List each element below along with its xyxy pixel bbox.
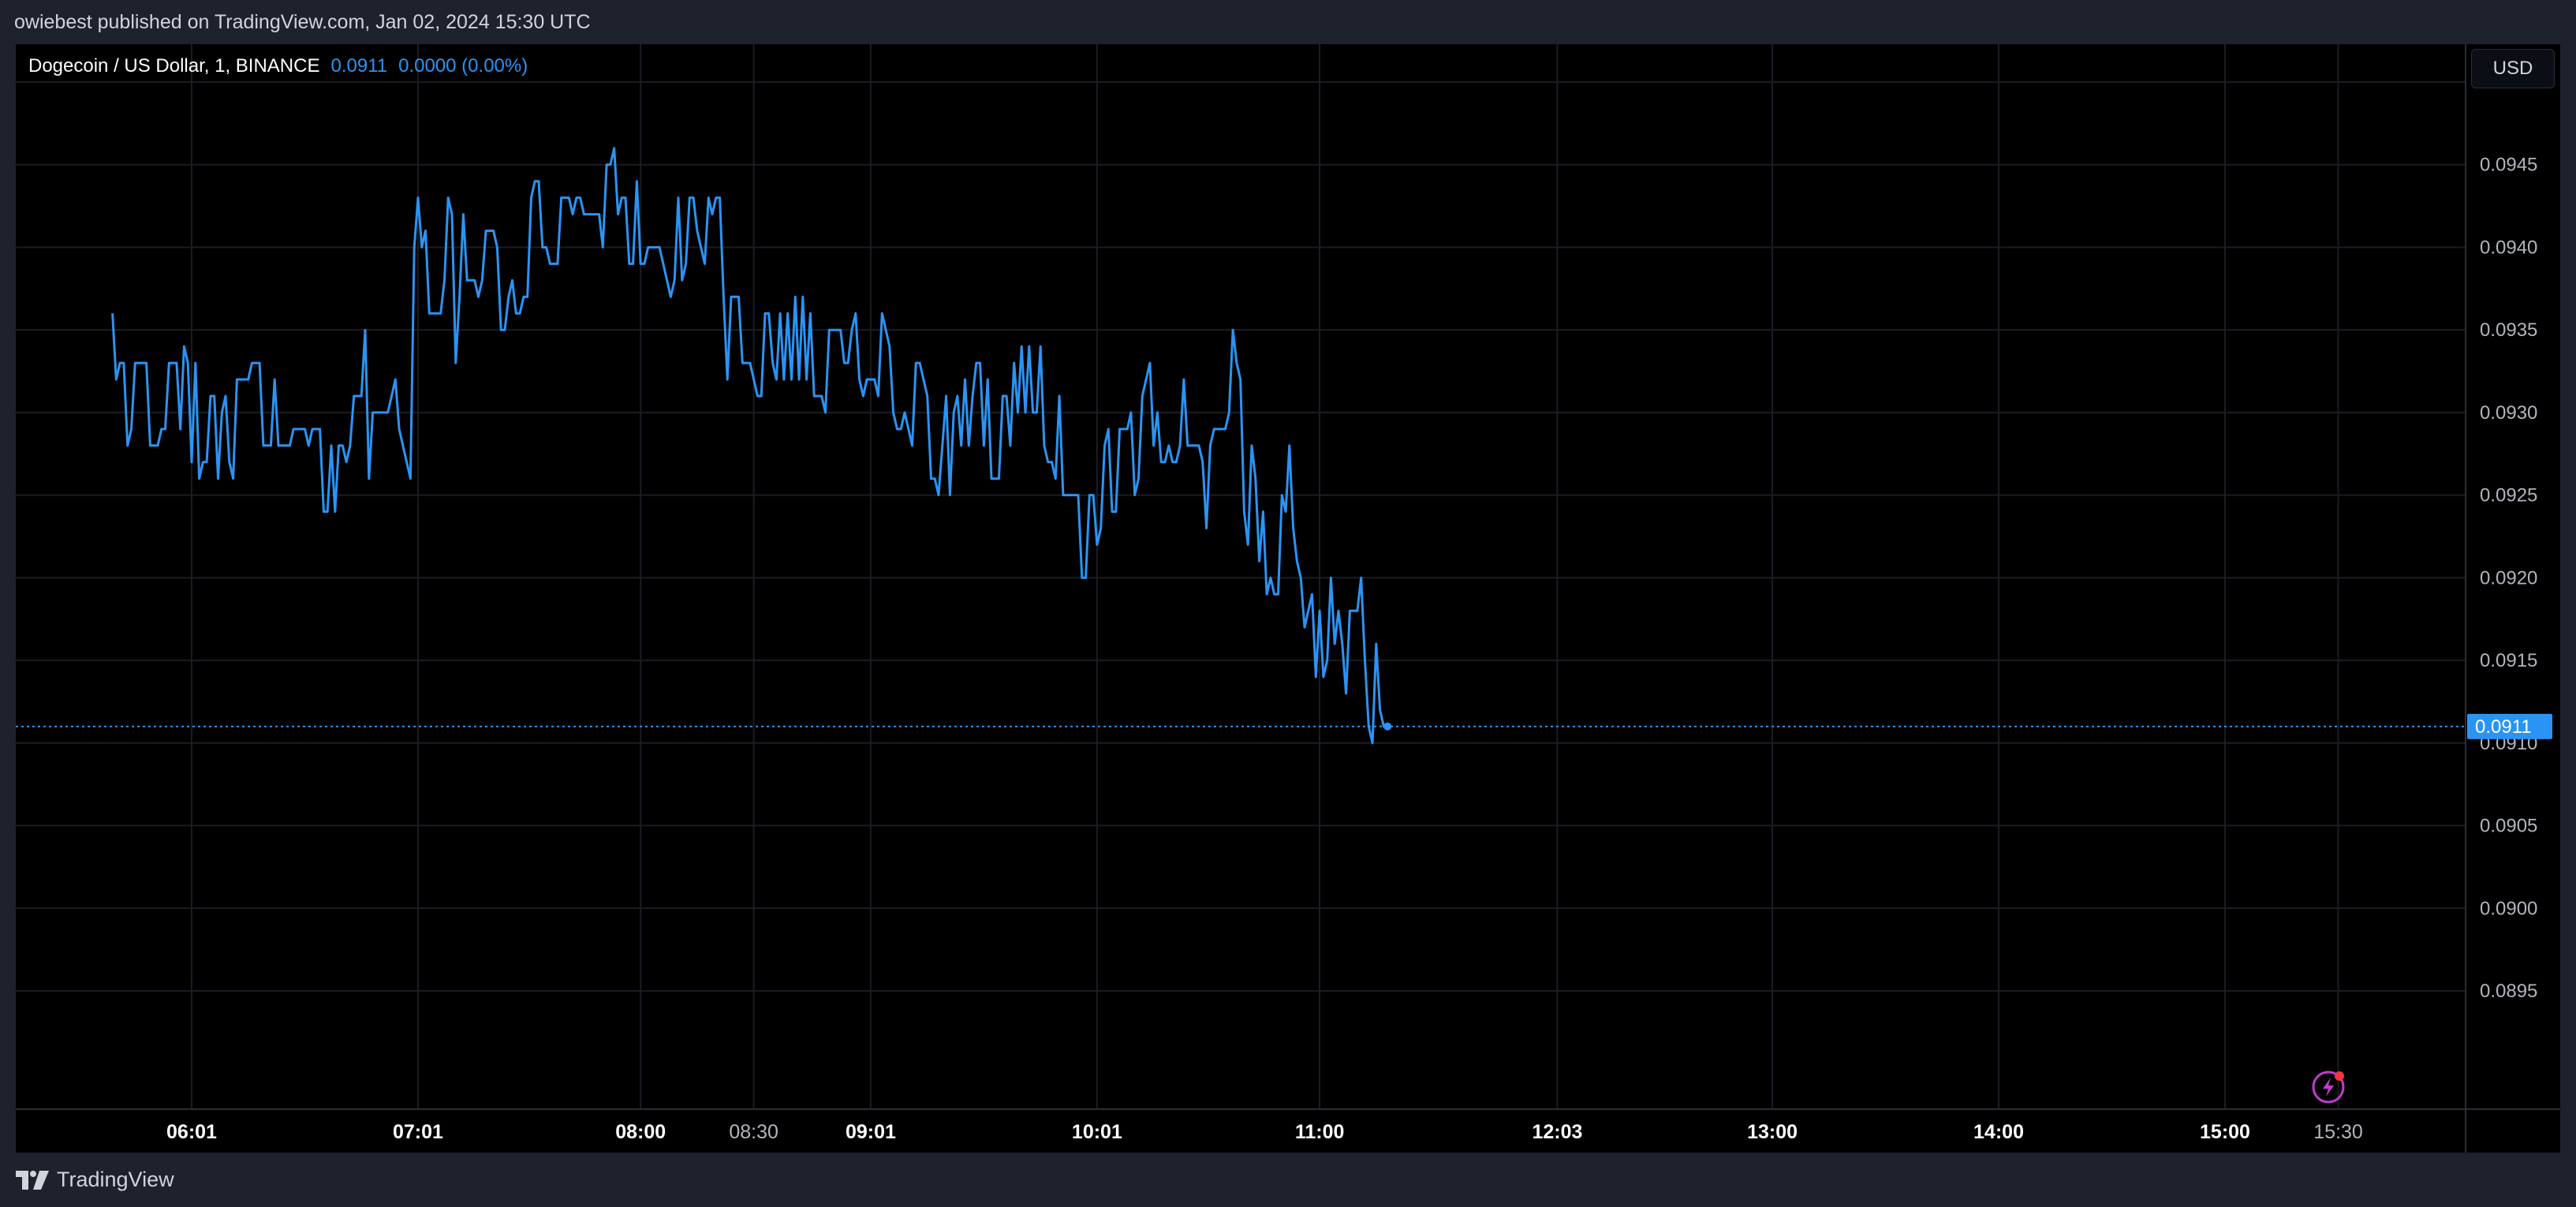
price-tick-label: 0.0900 bbox=[2480, 898, 2537, 919]
currency-button[interactable]: USD bbox=[2471, 49, 2555, 88]
time-tick-label: 11:00 bbox=[1295, 1121, 1345, 1143]
price-series-line bbox=[111, 147, 1388, 745]
chart-area[interactable]: 0.09500.09450.09400.09350.09300.09250.09… bbox=[16, 44, 2560, 1153]
tradingview-logo-icon[interactable] bbox=[16, 1170, 49, 1190]
time-tick-label: 07:01 bbox=[393, 1121, 443, 1143]
published-header: owiebest published on TradingView.com, J… bbox=[0, 0, 2576, 44]
price-tick-label: 0.0920 bbox=[2480, 567, 2537, 589]
price-chart[interactable]: 0.09500.09450.09400.09350.09300.09250.09… bbox=[16, 44, 2560, 1153]
price-tick-label: 0.0940 bbox=[2480, 237, 2537, 258]
price-axis[interactable]: 0.09500.09450.09400.09350.09300.09250.09… bbox=[2480, 72, 2537, 1002]
lightning-icon[interactable] bbox=[2312, 1071, 2345, 1104]
time-tick-label: 08:00 bbox=[615, 1121, 666, 1143]
price-tick-label: 0.0945 bbox=[2480, 155, 2537, 176]
price-tick-label: 0.0935 bbox=[2480, 320, 2537, 341]
price-tick-label: 0.0930 bbox=[2480, 402, 2537, 424]
time-tick-label: 13:00 bbox=[1747, 1121, 1798, 1143]
price-tick-label: 0.0905 bbox=[2480, 816, 2537, 837]
time-tick-label: 15:00 bbox=[2200, 1121, 2250, 1143]
time-tick-label: 14:00 bbox=[1973, 1121, 2024, 1143]
time-tick-label: 10:01 bbox=[1072, 1121, 1122, 1143]
last-price-dot bbox=[1383, 722, 1392, 731]
time-tick-label: 12:03 bbox=[1532, 1121, 1582, 1143]
last-price-label: 0.0911 bbox=[2475, 716, 2532, 738]
time-axis[interactable]: 06:01 07:01 08:00 08:30 09:01 10:01 11:00 12:03… bbox=[166, 1121, 2363, 1143]
price-tick-label: 0.0915 bbox=[2480, 650, 2537, 671]
time-tick-label: 09:01 bbox=[846, 1121, 896, 1143]
grid-lines bbox=[16, 44, 2466, 1109]
time-tick-label: 15:30 bbox=[2313, 1121, 2363, 1143]
last-price-tag: 0.0911 bbox=[2467, 713, 2552, 739]
time-tick-label: 06:01 bbox=[166, 1121, 217, 1143]
time-tick-label: 08:30 bbox=[729, 1121, 778, 1143]
currency-label: USD bbox=[2492, 58, 2533, 79]
footer-bar: TradingView bbox=[0, 1153, 2576, 1207]
brand-name[interactable]: TradingView bbox=[57, 1168, 174, 1192]
price-tick-label: 0.0895 bbox=[2480, 981, 2537, 1002]
price-tick-label: 0.0925 bbox=[2480, 485, 2537, 506]
published-text: owiebest published on TradingView.com, J… bbox=[14, 10, 591, 33]
